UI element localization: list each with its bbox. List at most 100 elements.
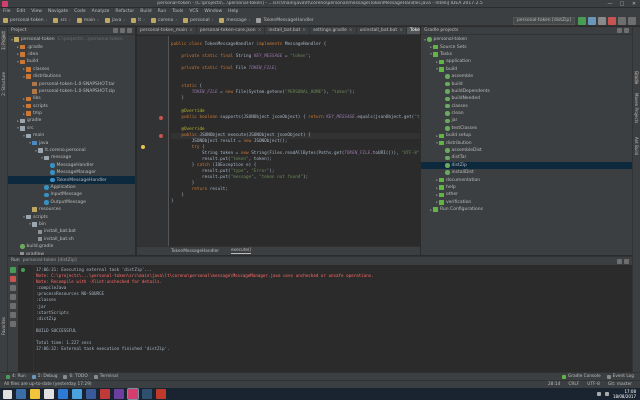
project-tree-node[interactable]: ▸ classes xyxy=(8,66,135,73)
project-panel-title[interactable]: Project xyxy=(11,27,26,35)
file-encoding[interactable]: UTF-8 xyxy=(587,382,600,387)
gear-icon[interactable] xyxy=(617,28,622,33)
hide-icon[interactable] xyxy=(624,28,629,33)
file-explorer-icon[interactable] xyxy=(30,389,40,399)
override-marker-icon[interactable] xyxy=(159,116,163,120)
project-tree-node[interactable]: TokenMessageHandler xyxy=(8,176,135,184)
breadcrumb-item[interactable]: coreno › xyxy=(149,16,179,26)
project-tree-node[interactable]: resources xyxy=(8,206,135,213)
project-tree-node[interactable]: ▾ bin xyxy=(8,221,135,228)
app-icon[interactable] xyxy=(156,389,166,399)
run-tool-tab[interactable]: 4: Run xyxy=(6,374,26,379)
gradle-tree-node[interactable]: ▸ build setup xyxy=(421,132,632,139)
project-tool-tab[interactable]: 1: Project xyxy=(1,31,6,50)
event-log-tool-tab[interactable]: Event Log xyxy=(606,374,634,379)
debug-icon[interactable] xyxy=(588,16,596,25)
gradle-tree-node[interactable]: ▸ help xyxy=(421,184,632,191)
project-tree-node[interactable]: ▸ scripts xyxy=(8,103,135,110)
gradle-tree-node[interactable]: assembleDist xyxy=(421,147,632,154)
project-tree-node[interactable]: personal-token-1.0-SNAPSHOT.tar xyxy=(8,80,135,87)
task-view-icon[interactable] xyxy=(16,389,26,399)
run-config-name[interactable]: personal-token [distZip] xyxy=(23,257,77,265)
structure-tool-tab[interactable]: 2: Structure xyxy=(1,72,6,96)
gradle-tree-node[interactable]: ▸ documentation xyxy=(421,176,632,183)
browser-icon[interactable] xyxy=(58,389,68,399)
project-tree-node[interactable]: ▾ message xyxy=(8,154,135,161)
close-tab-icon[interactable]: × xyxy=(189,27,193,34)
todo-tool-tab[interactable]: 6: TODO xyxy=(63,374,88,379)
search-icon[interactable] xyxy=(628,16,636,25)
debug-tool-tab[interactable]: 5: Debug xyxy=(31,374,57,379)
project-tree-node[interactable]: build.gradle xyxy=(8,243,135,250)
close-tab-icon[interactable]: × xyxy=(258,27,262,34)
breadcrumb-item[interactable]: src › xyxy=(51,16,72,26)
gradle-tree-node[interactable]: distTar xyxy=(421,154,632,161)
breadcrumb-item[interactable]: personal › xyxy=(181,16,215,26)
coverage-icon[interactable] xyxy=(598,16,606,25)
project-tree-node[interactable]: OutputMessage xyxy=(8,199,135,206)
project-tree-node[interactable]: Application xyxy=(8,184,135,191)
gradle-tree-node[interactable]: assemble xyxy=(421,73,632,80)
chrome-icon[interactable] xyxy=(72,389,82,399)
app-icon[interactable] xyxy=(44,389,54,399)
project-tree-node[interactable]: ▾ lt.coreno.personal xyxy=(8,147,135,154)
maximize-button[interactable]: □ xyxy=(616,0,628,8)
close-tab-icon[interactable]: × xyxy=(349,27,353,34)
editor-crumb-method[interactable]: execute() xyxy=(230,248,252,254)
network-icon[interactable] xyxy=(596,392,601,396)
caret-position[interactable]: 28:14 xyxy=(548,382,560,387)
project-tree-node[interactable]: install_bat.sh xyxy=(8,236,135,243)
code-area[interactable]: public class TokenMessageHandler impleme… xyxy=(171,36,420,246)
project-tree-node[interactable]: personal-token-1.0-SNAPSHOT.zip xyxy=(8,88,135,95)
app-icon[interactable] xyxy=(142,389,152,399)
gradle-tree-node[interactable]: classes xyxy=(421,103,632,110)
close-tab-icon[interactable]: × xyxy=(302,27,306,34)
editor-gutter[interactable] xyxy=(137,36,169,246)
hide-icon[interactable] xyxy=(127,28,132,33)
line-separator[interactable]: CRLF xyxy=(568,382,579,387)
app-icon[interactable] xyxy=(114,389,124,399)
hide-icon[interactable] xyxy=(624,258,629,264)
breadcrumb-item[interactable]: message › xyxy=(217,16,252,26)
breadcrumb-item[interactable]: java › xyxy=(103,16,127,26)
maven-tool-tab[interactable]: Maven Projects xyxy=(634,93,639,123)
gradle-tree-node[interactable]: ▸ application xyxy=(421,58,632,65)
project-tree-node[interactable]: ▾ personal-token C:\projects\...\personal-… xyxy=(8,36,135,43)
editor-tab[interactable]: TokenMessageHandler.java× xyxy=(406,27,420,34)
stop-icon[interactable] xyxy=(608,16,616,25)
editor-tab[interactable]: settings.gradle × xyxy=(310,27,357,34)
gradle-tree-node[interactable]: buildDependents xyxy=(421,88,632,95)
gear-icon[interactable] xyxy=(617,258,622,264)
gradle-tree-node[interactable]: distZip xyxy=(421,161,632,170)
ant-tool-tab[interactable]: Ant Build xyxy=(634,137,639,155)
breadcrumb-item[interactable]: TokenMessageHandler xyxy=(254,16,315,26)
trash-icon[interactable] xyxy=(10,312,16,318)
editor-crumb-class[interactable]: TokenMessageHandler xyxy=(171,249,219,254)
run-icon[interactable] xyxy=(578,16,586,25)
project-tree-node[interactable]: ▸ .idea xyxy=(8,51,135,58)
terminal-tool-tab[interactable]: Terminal xyxy=(93,374,118,379)
editor-tab[interactable]: install_bat.bat × xyxy=(265,27,311,34)
app-icon[interactable] xyxy=(86,389,96,399)
windows-start-icon[interactable] xyxy=(3,389,12,399)
gradle-tree-node[interactable]: installDist xyxy=(421,169,632,176)
close-tab-icon[interactable]: × xyxy=(399,27,403,34)
volume-icon[interactable] xyxy=(604,392,609,396)
rerun-icon[interactable] xyxy=(10,267,16,273)
project-tree-node[interactable]: ▾ main xyxy=(8,132,135,139)
pin-icon[interactable] xyxy=(10,285,16,291)
favorites-tool-tab[interactable]: Favorites xyxy=(1,317,6,335)
run-config-select[interactable]: personal-token [distZip] xyxy=(513,16,575,25)
project-tree-node[interactable]: ▾ src xyxy=(8,125,135,132)
close-button[interactable]: ✕ xyxy=(628,0,640,8)
stop-icon[interactable] xyxy=(10,276,16,282)
project-tree-node[interactable]: MessageHandler xyxy=(8,162,135,169)
project-tree-node[interactable]: ▾ scripts xyxy=(8,213,135,220)
gradle-tree-node[interactable]: ▾ distribution xyxy=(421,139,632,146)
project-tree-node[interactable]: ▾ distributions xyxy=(8,73,135,80)
gradle-tree-node[interactable]: ▸ verification xyxy=(421,199,632,206)
editor-tab[interactable]: personal-token-core.json × xyxy=(197,27,266,34)
gradle-tree-node[interactable]: ▸ Source Sets xyxy=(421,43,632,50)
editor-tab[interactable]: personal-token_main × xyxy=(137,27,197,34)
gradle-tree-node[interactable]: ▾ Tasks xyxy=(421,51,632,58)
